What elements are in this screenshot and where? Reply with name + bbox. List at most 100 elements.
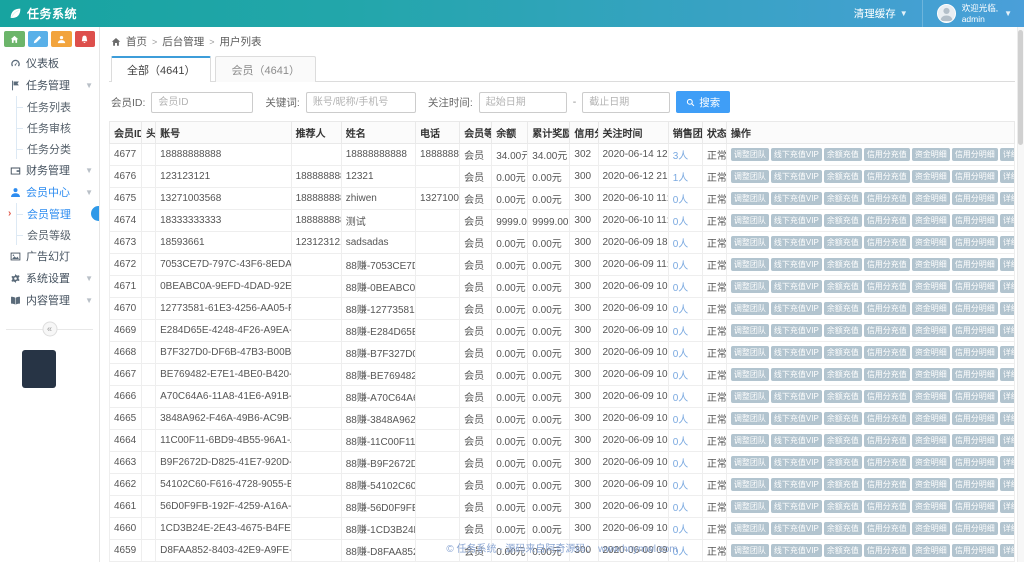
action-detail-info-button[interactable]: 详细信息 bbox=[1000, 368, 1015, 382]
notice-quick-button[interactable] bbox=[75, 31, 96, 47]
action-offline-recharge-vip-button[interactable]: 线下充值VIP bbox=[771, 434, 822, 448]
action-credit-recharge-button[interactable]: 信用分充值 bbox=[864, 236, 910, 250]
action-credit-detail-button[interactable]: 信用分明细 bbox=[952, 522, 998, 536]
action-adjust-team-button[interactable]: 调整团队 bbox=[731, 236, 769, 250]
action-credit-recharge-button[interactable]: 信用分充值 bbox=[864, 368, 910, 382]
action-credit-recharge-button[interactable]: 信用分充值 bbox=[864, 324, 910, 338]
action-detail-info-button[interactable]: 详细信息 bbox=[1000, 170, 1015, 184]
action-offline-recharge-vip-button[interactable]: 线下充值VIP bbox=[771, 280, 822, 294]
sidebar-item-finance-management[interactable]: 财务管理▼ bbox=[0, 159, 99, 181]
action-credit-detail-button[interactable]: 信用分明细 bbox=[952, 412, 998, 426]
action-funds-detail-button[interactable]: 资金明细 bbox=[912, 368, 950, 382]
action-credit-recharge-button[interactable]: 信用分充值 bbox=[864, 346, 910, 360]
action-balance-recharge-button[interactable]: 余额充值 bbox=[824, 434, 862, 448]
team-count-link[interactable]: 0人 bbox=[673, 195, 689, 206]
action-offline-recharge-vip-button[interactable]: 线下充值VIP bbox=[771, 478, 822, 492]
action-balance-recharge-button[interactable]: 余额充值 bbox=[824, 478, 862, 492]
action-balance-recharge-button[interactable]: 余额充值 bbox=[824, 192, 862, 206]
sidebar-subitem-task-review[interactable]: 任务审核 bbox=[0, 117, 99, 138]
clear-cache-button[interactable]: 清理缓存 ▼ bbox=[840, 0, 922, 27]
action-detail-info-button[interactable]: 详细信息 bbox=[1000, 148, 1015, 162]
action-funds-detail-button[interactable]: 资金明细 bbox=[912, 412, 950, 426]
team-count-link[interactable]: 0人 bbox=[673, 459, 689, 470]
action-credit-detail-button[interactable]: 信用分明细 bbox=[952, 280, 998, 294]
action-funds-detail-button[interactable]: 资金明细 bbox=[912, 148, 950, 162]
action-balance-recharge-button[interactable]: 余额充值 bbox=[824, 390, 862, 404]
action-adjust-team-button[interactable]: 调整团队 bbox=[731, 478, 769, 492]
team-count-link[interactable]: 0人 bbox=[673, 371, 689, 382]
team-count-link[interactable]: 0人 bbox=[673, 305, 689, 316]
action-funds-detail-button[interactable]: 资金明细 bbox=[912, 346, 950, 360]
action-adjust-team-button[interactable]: 调整团队 bbox=[731, 324, 769, 338]
action-offline-recharge-vip-button[interactable]: 线下充值VIP bbox=[771, 412, 822, 426]
team-count-link[interactable]: 0人 bbox=[673, 393, 689, 404]
action-balance-recharge-button[interactable]: 余额充值 bbox=[824, 500, 862, 514]
team-count-link[interactable]: 0人 bbox=[673, 327, 689, 338]
action-balance-recharge-button[interactable]: 余额充值 bbox=[824, 368, 862, 382]
action-credit-detail-button[interactable]: 信用分明细 bbox=[952, 368, 998, 382]
sidebar-collapse-button[interactable]: « bbox=[6, 320, 93, 338]
action-credit-detail-button[interactable]: 信用分明细 bbox=[952, 478, 998, 492]
action-credit-recharge-button[interactable]: 信用分充值 bbox=[864, 500, 910, 514]
team-count-link[interactable]: 0人 bbox=[673, 239, 689, 250]
action-offline-recharge-vip-button[interactable]: 线下充值VIP bbox=[771, 346, 822, 360]
action-adjust-team-button[interactable]: 调整团队 bbox=[731, 302, 769, 316]
action-credit-recharge-button[interactable]: 信用分充值 bbox=[864, 302, 910, 316]
action-offline-recharge-vip-button[interactable]: 线下充值VIP bbox=[771, 500, 822, 514]
action-offline-recharge-vip-button[interactable]: 线下充值VIP bbox=[771, 368, 822, 382]
action-detail-info-button[interactable]: 详细信息 bbox=[1000, 192, 1015, 206]
action-adjust-team-button[interactable]: 调整团队 bbox=[731, 214, 769, 228]
sidebar-subitem-task-category[interactable]: 任务分类 bbox=[0, 138, 99, 159]
action-offline-recharge-vip-button[interactable]: 线下充值VIP bbox=[771, 324, 822, 338]
action-offline-recharge-vip-button[interactable]: 线下充值VIP bbox=[771, 148, 822, 162]
action-funds-detail-button[interactable]: 资金明细 bbox=[912, 214, 950, 228]
team-count-link[interactable]: 0人 bbox=[673, 283, 689, 294]
action-adjust-team-button[interactable]: 调整团队 bbox=[731, 522, 769, 536]
action-detail-info-button[interactable]: 详细信息 bbox=[1000, 236, 1015, 250]
team-count-link[interactable]: 0人 bbox=[673, 481, 689, 492]
action-credit-detail-button[interactable]: 信用分明细 bbox=[952, 500, 998, 514]
action-detail-info-button[interactable]: 详细信息 bbox=[1000, 456, 1015, 470]
action-credit-recharge-button[interactable]: 信用分充值 bbox=[864, 214, 910, 228]
action-credit-detail-button[interactable]: 信用分明细 bbox=[952, 324, 998, 338]
keyword-input[interactable] bbox=[306, 92, 416, 113]
action-credit-detail-button[interactable]: 信用分明细 bbox=[952, 456, 998, 470]
action-credit-recharge-button[interactable]: 信用分充值 bbox=[864, 412, 910, 426]
action-offline-recharge-vip-button[interactable]: 线下充值VIP bbox=[771, 390, 822, 404]
action-offline-recharge-vip-button[interactable]: 线下充值VIP bbox=[771, 236, 822, 250]
action-detail-info-button[interactable]: 详细信息 bbox=[1000, 280, 1015, 294]
team-count-link[interactable]: 0人 bbox=[673, 261, 689, 272]
action-credit-detail-button[interactable]: 信用分明细 bbox=[952, 302, 998, 316]
action-adjust-team-button[interactable]: 调整团队 bbox=[731, 148, 769, 162]
action-funds-detail-button[interactable]: 资金明细 bbox=[912, 390, 950, 404]
action-offline-recharge-vip-button[interactable]: 线下充值VIP bbox=[771, 456, 822, 470]
team-count-link[interactable]: 0人 bbox=[673, 349, 689, 360]
action-credit-detail-button[interactable]: 信用分明细 bbox=[952, 192, 998, 206]
sidebar-subitem-member-level[interactable]: 会员等级 bbox=[0, 224, 99, 245]
action-credit-recharge-button[interactable]: 信用分充值 bbox=[864, 280, 910, 294]
action-detail-info-button[interactable]: 详细信息 bbox=[1000, 214, 1015, 228]
action-detail-info-button[interactable]: 详细信息 bbox=[1000, 346, 1015, 360]
action-credit-recharge-button[interactable]: 信用分充值 bbox=[864, 478, 910, 492]
footer-link[interactable]: www.hnymwl.com bbox=[598, 544, 677, 555]
sidebar-item-ad-slides[interactable]: 广告幻灯 bbox=[0, 245, 99, 267]
action-detail-info-button[interactable]: 详细信息 bbox=[1000, 522, 1015, 536]
action-detail-info-button[interactable]: 详细信息 bbox=[1000, 478, 1015, 492]
action-detail-info-button[interactable]: 详细信息 bbox=[1000, 324, 1015, 338]
action-balance-recharge-button[interactable]: 余额充值 bbox=[824, 346, 862, 360]
action-balance-recharge-button[interactable]: 余额充值 bbox=[824, 258, 862, 272]
team-count-link[interactable]: 0人 bbox=[673, 525, 689, 536]
action-funds-detail-button[interactable]: 资金明细 bbox=[912, 324, 950, 338]
sidebar-subitem-task-list[interactable]: 任务列表 bbox=[0, 96, 99, 117]
action-balance-recharge-button[interactable]: 余额充值 bbox=[824, 236, 862, 250]
action-adjust-team-button[interactable]: 调整团队 bbox=[731, 258, 769, 272]
action-offline-recharge-vip-button[interactable]: 线下充值VIP bbox=[771, 170, 822, 184]
action-funds-detail-button[interactable]: 资金明细 bbox=[912, 170, 950, 184]
action-adjust-team-button[interactable]: 调整团队 bbox=[731, 346, 769, 360]
users-quick-button[interactable] bbox=[51, 31, 72, 47]
action-detail-info-button[interactable]: 详细信息 bbox=[1000, 390, 1015, 404]
action-balance-recharge-button[interactable]: 余额充值 bbox=[824, 412, 862, 426]
action-adjust-team-button[interactable]: 调整团队 bbox=[731, 390, 769, 404]
edit-quick-button[interactable] bbox=[28, 31, 49, 47]
scrollbar-thumb[interactable] bbox=[1018, 30, 1023, 145]
